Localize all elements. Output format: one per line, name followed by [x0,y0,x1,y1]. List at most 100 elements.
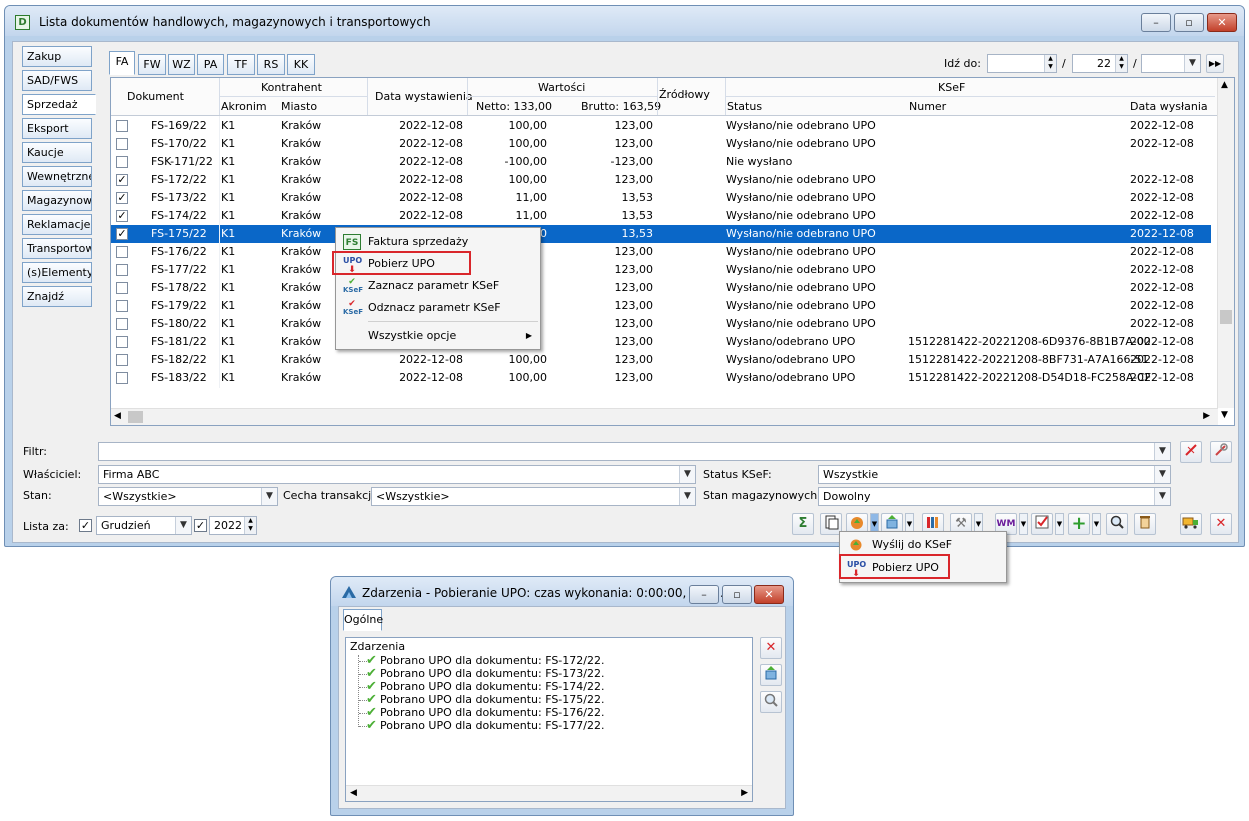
sidebar-item-sprzedaz[interactable]: Sprzedaż [22,94,96,115]
col-miasto[interactable]: Miasto [281,100,317,113]
menu-item-wszystkie-opcje[interactable]: Wszystkie opcje ▶ [338,325,538,347]
chevron-up-icon[interactable]: ▲ [1221,80,1228,90]
goto-field-1[interactable]: ▲ ▼ [987,54,1057,73]
checklist-icon[interactable] [1031,513,1053,535]
spin-icon[interactable]: ▲ ▼ [1115,55,1127,72]
chevron-down-icon[interactable]: ▼ [1154,443,1170,460]
table-row[interactable]: ✓ FS-173/22 K1 Kraków 2022-12-08 11,00 13,53 Wy… [111,189,1211,207]
chevron-down-icon[interactable]: ▼ [261,488,277,505]
tab-tf[interactable]: TF [227,54,255,75]
row-checkbox[interactable]: ✓ [116,228,128,240]
tab-kk[interactable]: KK [287,54,315,75]
chevron-down-icon[interactable]: ▼ [1184,55,1200,72]
add-dropdown[interactable]: ▼ [1092,513,1101,535]
chevron-left-icon[interactable]: ◀ [350,788,357,798]
row-checkbox[interactable] [116,354,128,366]
wlasciciel-select[interactable]: Firma ABC ▼ [98,465,696,484]
dialog-minimize-button[interactable]: – [689,585,719,604]
export-events-icon[interactable] [760,664,782,686]
row-checkbox[interactable] [116,300,128,312]
col-netto[interactable]: Netto: 133,00 [476,100,552,113]
filter-builder-icon[interactable] [1210,441,1232,463]
table-row[interactable]: FS-181/22 K1 Kraków 123,00 Wysłano/odebrano … [111,333,1211,351]
year-checkbox[interactable]: ✓ [194,519,207,532]
col-brutto[interactable]: Brutto: 163,59 [581,100,661,113]
scroll-thumb[interactable] [1220,310,1232,324]
maximize-button[interactable]: ▫ [1174,13,1204,32]
menu-item-zaznacz-ksef[interactable]: ✔ KSeF Zaznacz parametr KSeF [338,275,538,297]
transport-icon[interactable] [1180,513,1202,535]
month-select[interactable]: Grudzień ▼ [96,516,192,535]
col-zrodlowy[interactable]: Źródłowy [659,88,710,101]
stan-select[interactable]: <Wszystkie> ▼ [98,487,278,506]
event-item[interactable]: Pobrano UPO dla dokumentu: FS-177/22. [380,719,604,732]
event-item[interactable]: Pobrano UPO dla dokumentu: FS-175/22. [380,693,604,706]
dialog-hscrollbar[interactable]: ◀ ▶ [346,785,752,801]
sidebar-item-kaucje[interactable]: Kaucje [22,142,92,163]
event-item[interactable]: Pobrano UPO dla dokumentu: FS-173/22. [380,667,604,680]
col-akronim[interactable]: Akronim [221,100,267,113]
sidebar-item-s-elementy[interactable]: (s)Elementy [22,262,92,283]
col-dokument[interactable]: Dokument [127,90,184,103]
row-checkbox[interactable] [116,282,128,294]
goto-field-3[interactable]: ▼ [1141,54,1201,73]
col-numer[interactable]: Numer [909,100,946,113]
table-row[interactable]: ✓ FS-172/22 K1 Kraków 2022-12-08 100,00 123,00… [111,171,1211,189]
dialog-maximize-button[interactable]: ▫ [722,585,752,604]
close-list-icon[interactable]: ✕ [1210,513,1232,535]
spin-icon[interactable]: ▲ ▼ [1044,55,1056,72]
chevron-down-icon[interactable]: ▼ [679,466,695,483]
row-checkbox[interactable] [116,336,128,348]
trash-icon[interactable] [1134,513,1156,535]
table-row[interactable]: ✓FS-175/22K1Kraków2022-12-0811,0013,53Wy… [111,225,1211,243]
tab-fw[interactable]: FW [138,54,166,75]
cecha-select[interactable]: <Wszystkie> ▼ [371,487,696,506]
menu-item-faktura-sprzedazy[interactable]: FS Faktura sprzedaży [338,231,538,253]
col-data-wystawienia[interactable]: Data wystawienia [375,90,473,103]
table-row[interactable]: FS-180/22 K1 Kraków 123,00 Wysłano/nie odebr… [111,315,1211,333]
row-checkbox[interactable] [116,372,128,384]
search-icon[interactable] [760,691,782,713]
tab-fa[interactable]: FA [109,51,135,75]
table-row[interactable]: FS-179/22 K1 Kraków 123,00 Wysłano/nie odebr… [111,297,1211,315]
menu-item-odznacz-ksef[interactable]: ✔ KSeF Odznacz parametr KSeF [338,297,538,319]
sidebar-item-magazynowe[interactable]: Magazynowe [22,190,92,211]
row-checkbox[interactable]: ✓ [116,174,128,186]
sidebar-item-reklamacje[interactable]: Reklamacje [22,214,92,235]
clear-filter-icon[interactable] [1180,441,1202,463]
stan-mag-select[interactable]: Dowolny ▼ [818,487,1171,506]
chevron-right-icon[interactable]: ▶ [741,788,748,798]
sum-icon[interactable]: Σ [792,513,814,535]
row-checkbox[interactable] [116,246,128,258]
add-icon[interactable]: + [1068,513,1090,535]
table-row[interactable]: FS-176/22 K1 Kraków 123,00 Wysłano/nie odebr… [111,243,1211,261]
year-spinner[interactable]: 2022 ▲ ▼ [209,516,257,535]
vertical-scrollbar[interactable]: ▲ ▼ [1217,78,1234,420]
row-checkbox[interactable]: ✓ [116,210,128,222]
chevron-right-icon[interactable]: ▶ [1203,411,1210,421]
sidebar-item-wewnetrzne[interactable]: Wewnętrzne [22,166,92,187]
lista-za-checkbox[interactable]: ✓ [79,519,92,532]
event-item[interactable]: Pobrano UPO dla dokumentu: FS-172/22. [380,654,604,667]
tab-wz[interactable]: WZ [168,54,195,75]
chevron-down-icon[interactable]: ▼ [1154,466,1170,483]
checklist-dropdown[interactable]: ▼ [1055,513,1064,535]
spin-icon[interactable]: ▲ ▼ [244,517,256,534]
table-row[interactable]: FSK-171/22 K1 Kraków 2022-12-08 -100,00 -123,… [111,153,1211,171]
tab-rs[interactable]: RS [257,54,285,75]
goto-field-2[interactable]: 22 ▲ ▼ [1072,54,1128,73]
chevron-left-icon[interactable]: ◀ [114,411,121,421]
col-status[interactable]: Status [727,100,762,113]
minimize-button[interactable]: – [1141,13,1171,32]
chevron-down-icon[interactable]: ▼ [175,517,191,534]
menu-item-wyslij-do-ksef[interactable]: Wyślij do KSeF [842,534,1004,556]
chevron-down-icon[interactable]: ▼ [1154,488,1170,505]
horizontal-scrollbar[interactable]: ◀ ▶ [111,408,1218,425]
sidebar-item-transportowe[interactable]: Transportowe [22,238,92,259]
sidebar-item-znajdz[interactable]: Znajdź [22,286,92,307]
table-row[interactable]: FS-183/22 K1 Kraków 2022-12-08 100,00 123,00 W… [111,369,1211,387]
col-data-wyslania[interactable]: Data wysłania [1130,100,1208,113]
goto-go-icon[interactable]: ▶▶ [1206,54,1224,73]
table-row[interactable]: FS-170/22 K1 Kraków 2022-12-08 100,00 123,00 W… [111,135,1211,153]
table-row[interactable]: ✓ FS-174/22 K1 Kraków 2022-12-08 11,00 13,53 Wy… [111,207,1211,225]
